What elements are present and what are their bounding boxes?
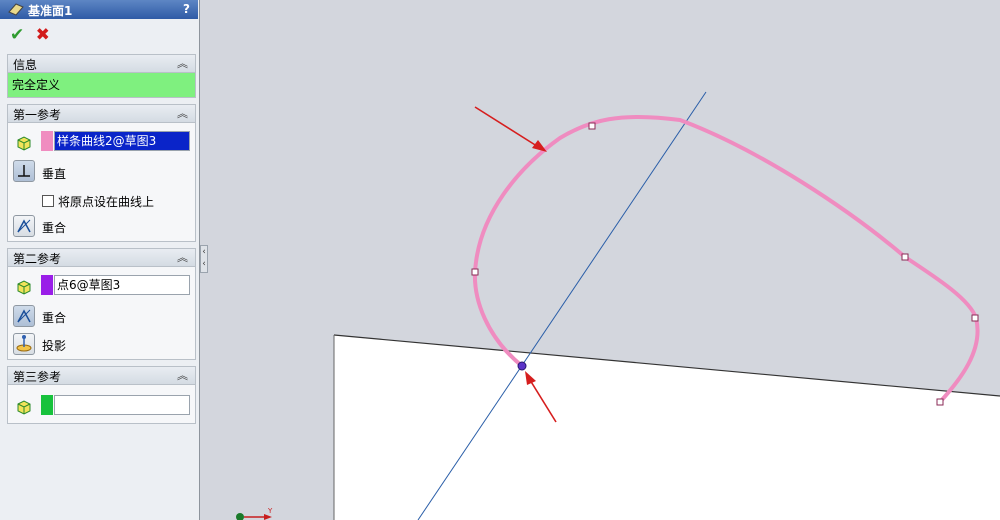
second-reference-header[interactable]: 第二参考 ︽ — [8, 249, 195, 267]
property-manager-panel: 基准面1 ? ✔ ✖ 信息 ︽ 完全定义 第一参考 ︽ 样条曲线2@草图3 垂直… — [0, 0, 200, 520]
coincident-label: 重合 — [42, 221, 67, 235]
spline-point[interactable] — [971, 314, 979, 322]
project-button[interactable] — [13, 333, 35, 355]
third-reference-header[interactable]: 第三参考 ︽ — [8, 367, 195, 385]
plane-icon — [8, 3, 24, 16]
third-reference-label: 第三参考 — [13, 370, 62, 384]
spline-point[interactable] — [588, 122, 596, 130]
status-fully-defined: 完全定义 — [8, 73, 195, 97]
annotation-arrow — [474, 106, 541, 149]
second-reference-label: 第二参考 — [13, 252, 62, 266]
info-header-label: 信息 — [13, 58, 38, 72]
coincident-icon — [17, 309, 31, 323]
second-reference-group: 第二参考 ︽ 点6@草图3 重合 投影 — [7, 248, 196, 360]
reference-cube-icon — [17, 280, 31, 295]
reference-cube-icon — [17, 400, 31, 415]
collapse-icon[interactable]: ︽ — [177, 55, 188, 71]
coincident-label: 重合 — [42, 311, 67, 325]
spline-point[interactable] — [901, 253, 909, 261]
ok-button[interactable]: ✔ — [10, 25, 24, 45]
first-reference-label: 第一参考 — [13, 108, 62, 122]
info-group: 信息 ︽ 完全定义 — [7, 54, 196, 98]
origin-on-curve-checkbox[interactable] — [42, 195, 54, 207]
sketch-plane-face — [334, 335, 1000, 520]
project-icon — [16, 335, 32, 352]
triad-origin-icon — [236, 513, 244, 520]
collapse-icon[interactable]: ︽ — [177, 367, 188, 383]
info-group-header[interactable]: 信息 ︽ — [8, 55, 195, 73]
project-label: 投影 — [42, 339, 67, 353]
cancel-button[interactable]: ✖ — [36, 25, 50, 45]
panel-titlebar: 基准面1 ? — [0, 0, 198, 19]
graphics-viewport[interactable]: Y — [200, 0, 1000, 520]
perpendicular-label: 垂直 — [42, 167, 67, 181]
first-reference-field[interactable]: 样条曲线2@草图3 — [54, 131, 190, 151]
selected-point[interactable] — [517, 361, 527, 371]
help-button[interactable]: ? — [183, 2, 190, 16]
reference-color-swatch — [41, 275, 53, 295]
coincident-button[interactable] — [13, 305, 35, 327]
arrowhead-icon — [532, 140, 547, 152]
reference-color-swatch — [41, 131, 53, 151]
second-reference-field[interactable]: 点6@草图3 — [54, 275, 190, 295]
spline-point[interactable] — [471, 268, 479, 276]
ok-cancel-bar: ✔ ✖ — [10, 25, 50, 45]
coincident-button[interactable] — [13, 215, 35, 237]
perpendicular-icon — [18, 165, 30, 177]
first-reference-group: 第一参考 ︽ 样条曲线2@草图3 垂直 将原点设在曲线上 重合 — [7, 104, 196, 242]
reference-color-swatch — [41, 395, 53, 415]
coincident-icon — [17, 219, 31, 233]
panel-title: 基准面1 — [28, 4, 73, 18]
reference-cube-icon — [17, 136, 31, 151]
triad-label: Y — [267, 507, 273, 515]
collapse-icon[interactable]: ︽ — [177, 249, 188, 265]
origin-on-curve-label: 将原点设在曲线上 — [58, 195, 155, 209]
third-reference-field[interactable] — [54, 395, 190, 415]
third-reference-group: 第三参考 ︽ — [7, 366, 196, 424]
spline-point[interactable] — [936, 398, 944, 406]
first-reference-header[interactable]: 第一参考 ︽ — [8, 105, 195, 123]
collapse-icon[interactable]: ︽ — [177, 105, 188, 121]
perpendicular-button[interactable] — [13, 160, 35, 182]
